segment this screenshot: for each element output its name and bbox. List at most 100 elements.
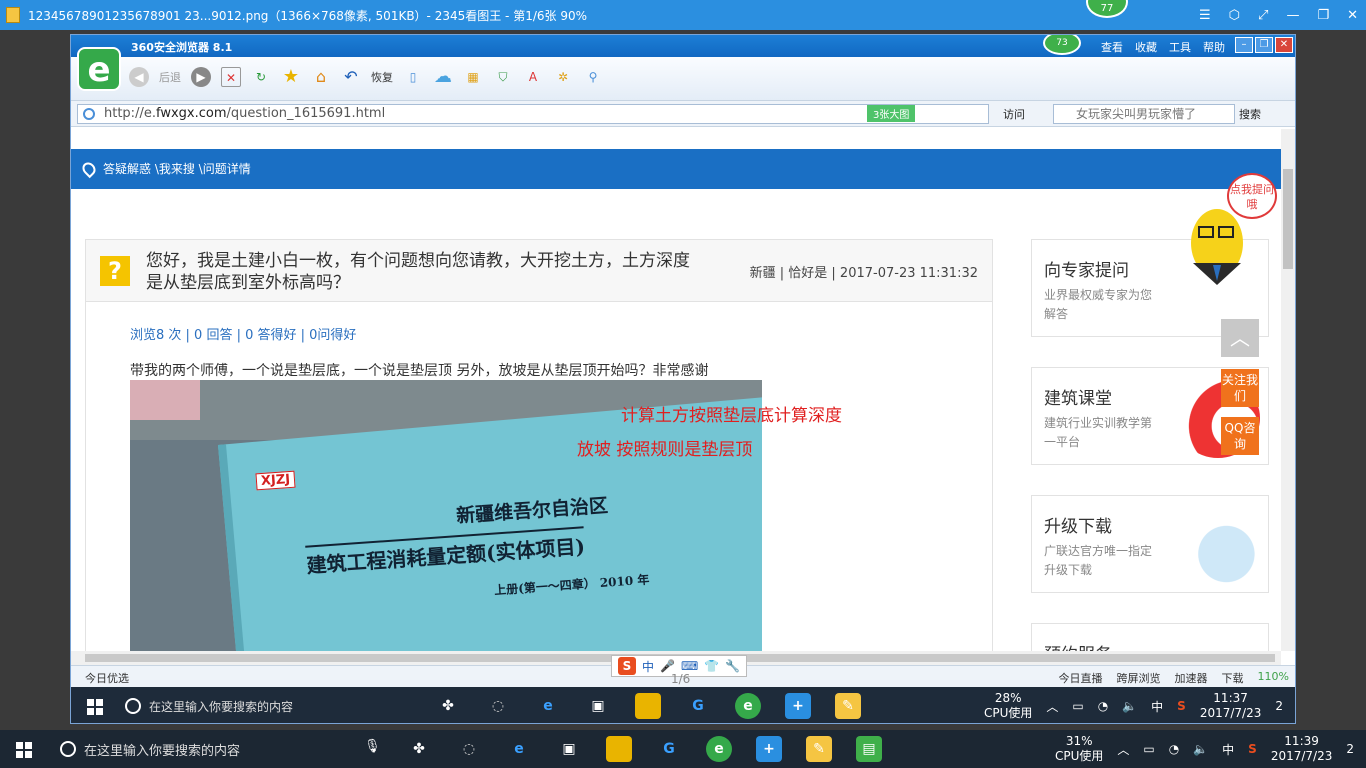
status-download[interactable]: 下载	[1222, 670, 1244, 686]
translate-icon[interactable]: A	[523, 67, 543, 87]
mic-icon[interactable]: 🎤	[660, 659, 675, 673]
taskbar-search-box[interactable]: 在这里输入你要搜索的内容	[60, 730, 240, 768]
favorite-star-icon[interactable]: ★	[281, 67, 301, 87]
tray-volume-icon[interactable]: 🔈	[1193, 742, 1208, 756]
notification-icon[interactable]: 2	[1275, 699, 1283, 713]
qq-consult-button[interactable]: QQ咨询	[1221, 417, 1259, 455]
forward-icon[interactable]: ▶	[191, 67, 211, 87]
clock[interactable]: 11:39 2017/7/23	[1271, 734, 1333, 764]
menu-icon[interactable]: ☰	[1199, 8, 1211, 23]
browser-minimize-icon[interactable]: –	[1235, 37, 1253, 53]
tray-battery-icon[interactable]: ▭	[1072, 699, 1083, 713]
app-icon-image-viewer[interactable]: ▤	[856, 736, 882, 762]
tray-lang[interactable]: 中	[1151, 698, 1163, 715]
keyboard-icon[interactable]: ⌨	[681, 659, 698, 673]
inner-cpu-meter[interactable]: 28% CPU使用	[984, 691, 1032, 721]
search-button[interactable]: 搜索	[1239, 106, 1261, 122]
skin-icon[interactable]: ⬡	[1229, 8, 1240, 23]
tools-icon[interactable]: ✲	[553, 67, 573, 87]
app-icon-g[interactable]: G	[656, 736, 682, 762]
close-icon[interactable]: ✕	[1347, 8, 1358, 23]
notification-icon[interactable]: 2	[1346, 742, 1354, 756]
tray-chevron-icon[interactable]: ︿	[1046, 698, 1058, 715]
tray-wifi-icon[interactable]: ◔	[1098, 699, 1108, 713]
app-icon-fan[interactable]: ✤	[435, 693, 461, 719]
back-to-top-icon[interactable]: ︿	[1221, 319, 1259, 357]
app-icon-360[interactable]: e	[706, 736, 732, 762]
url-input[interactable]: http://e.fwxgx.com/question_1615691.html	[77, 104, 989, 124]
tray-chevron-icon[interactable]: ︿	[1117, 741, 1129, 758]
shield-icon[interactable]: ⛉	[493, 67, 513, 87]
search-input[interactable]: 女玩家尖叫男玩家懵了	[1053, 104, 1235, 124]
tray-volume-icon[interactable]: 🔈	[1122, 699, 1137, 713]
back-icon[interactable]: ◀	[129, 67, 149, 87]
app-icon-fan[interactable]: ✤	[406, 736, 432, 762]
app-icon-folder[interactable]	[635, 693, 661, 719]
back-button[interactable]: 后退	[159, 69, 181, 85]
zoom-level[interactable]: 110%	[1258, 670, 1289, 686]
restore-icon[interactable]: ❐	[1317, 8, 1329, 23]
app-icon-g[interactable]: G	[685, 693, 711, 719]
follow-us-button[interactable]: 关注我们	[1221, 369, 1259, 407]
browser-restore-icon[interactable]: ❐	[1255, 37, 1273, 53]
home-icon[interactable]: ⌂	[311, 67, 331, 87]
stop-icon[interactable]: ✕	[221, 67, 241, 87]
question-stats[interactable]: 浏览8 次 | 0 回答 | 0 答得好 | 0问得好	[130, 324, 356, 343]
app-icon-edge[interactable]: e	[535, 693, 561, 719]
ime-lang[interactable]: 中	[642, 658, 654, 675]
wrench-icon[interactable]: 🔧	[725, 659, 740, 673]
app-icon-notes[interactable]: ✎	[835, 693, 861, 719]
browser-badge[interactable]: 73	[1043, 35, 1081, 55]
apps-icon[interactable]: ▦	[463, 67, 483, 87]
inner-search-box[interactable]: 在这里输入你要搜索的内容	[125, 687, 293, 723]
visit-button[interactable]: 访问	[1003, 106, 1025, 122]
app-icon-swirl[interactable]: ◌	[485, 693, 511, 719]
status-cross-screen[interactable]: 跨屏浏览	[1117, 670, 1161, 686]
zoom-icon[interactable]: ⚲	[583, 67, 603, 87]
microphone-icon[interactable]: 🎙	[364, 739, 381, 754]
minimize-icon[interactable]: —	[1286, 8, 1299, 23]
viewer-badge[interactable]: 77	[1086, 0, 1128, 18]
mascot-bubble[interactable]: 点我提问哦	[1227, 173, 1277, 219]
tray-lang[interactable]: 中	[1222, 741, 1234, 758]
app-icon-swirl[interactable]: ◌	[456, 736, 482, 762]
tray-battery-icon[interactable]: ▭	[1143, 742, 1154, 756]
inner-start-icon[interactable]	[87, 699, 103, 715]
mascot-ask[interactable]: 点我提问哦	[1169, 173, 1277, 285]
app-icon-edge[interactable]: e	[506, 736, 532, 762]
menu-help[interactable]: 帮助	[1203, 39, 1225, 55]
app-icon-plus[interactable]: +	[785, 693, 811, 719]
today-picks[interactable]: 今日优选	[85, 670, 129, 686]
cloud-icon[interactable]: ☁	[433, 67, 453, 87]
fullscreen-icon[interactable]: ⤢	[1258, 8, 1268, 23]
restore-arrow-icon[interactable]: ↶	[341, 67, 361, 87]
app-icon-store[interactable]: ▣	[556, 736, 582, 762]
status-accelerator[interactable]: 加速器	[1175, 670, 1208, 686]
phone-icon[interactable]: ▯	[403, 67, 423, 87]
tray-sogou-icon[interactable]: S	[1248, 742, 1257, 756]
app-icon-folder[interactable]	[606, 736, 632, 762]
app-icon-360[interactable]: e	[735, 693, 761, 719]
annotation-depth: 计算土方按照垫层底计算深度	[621, 406, 842, 426]
app-icon-plus[interactable]: +	[756, 736, 782, 762]
app-icon-store[interactable]: ▣	[585, 693, 611, 719]
sidebar-card-download[interactable]: 升级下载 广联达官方唯一指定升级下载	[1031, 495, 1269, 593]
cpu-meter[interactable]: 31% CPU使用	[1055, 734, 1103, 764]
status-live[interactable]: 今日直播	[1059, 670, 1103, 686]
inner-clock[interactable]: 11:37 2017/7/23	[1200, 691, 1262, 721]
sidebar-card-appointment[interactable]: 预约服务	[1031, 623, 1269, 651]
menu-favorites[interactable]: 收藏	[1135, 39, 1157, 55]
restore-button[interactable]: 恢复	[371, 69, 393, 85]
sogou-ime-icon[interactable]: S	[618, 657, 636, 675]
refresh-icon[interactable]: ↻	[251, 67, 271, 87]
image-count-badge[interactable]: 3张大图	[867, 105, 916, 122]
menu-tools[interactable]: 工具	[1169, 39, 1191, 55]
skin-icon[interactable]: 👕	[704, 659, 719, 673]
tray-wifi-icon[interactable]: ◔	[1169, 742, 1179, 756]
tray-sogou-icon[interactable]: S	[1177, 699, 1186, 713]
vertical-scrollbar[interactable]	[1281, 129, 1295, 651]
start-button-icon[interactable]	[16, 742, 32, 758]
menu-view[interactable]: 查看	[1101, 39, 1123, 55]
app-icon-notes[interactable]: ✎	[806, 736, 832, 762]
browser-close-icon[interactable]: ✕	[1275, 37, 1293, 53]
